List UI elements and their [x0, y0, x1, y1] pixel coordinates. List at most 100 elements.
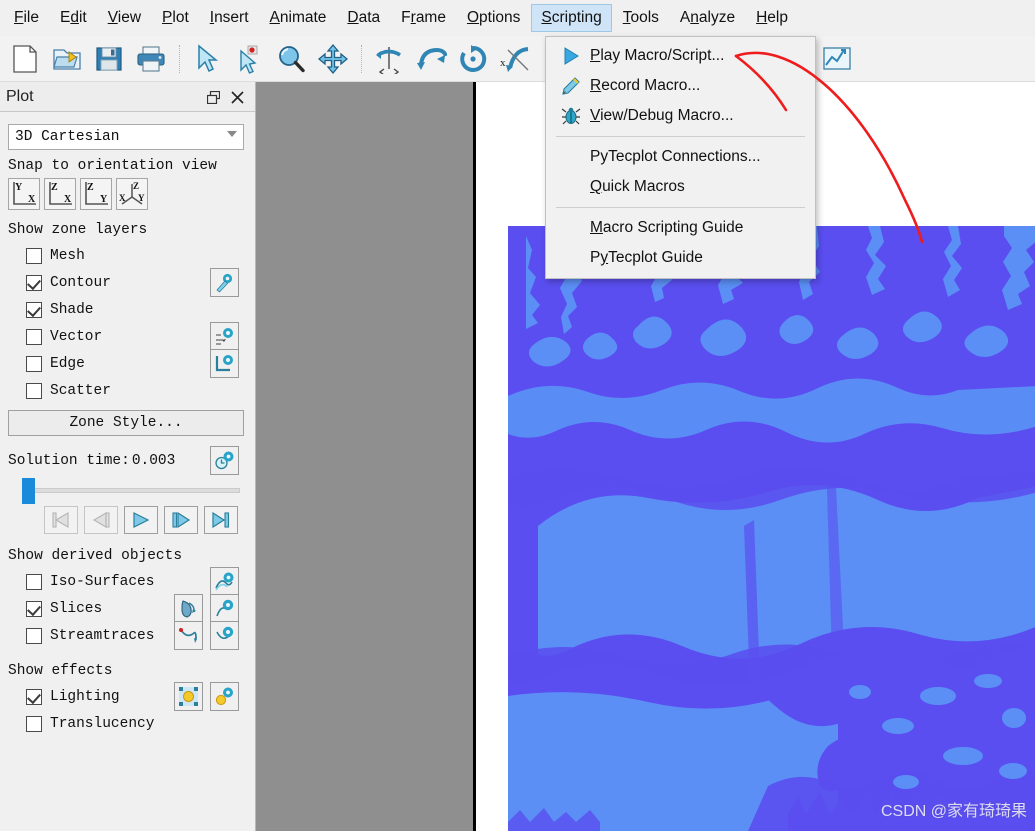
slider-thumb[interactable]: [22, 478, 35, 504]
iso-surfaces-label: Iso-Surfaces: [50, 573, 155, 590]
translucency-checkbox[interactable]: [26, 715, 42, 732]
solution-time-row: Solution time: 0.003: [8, 446, 247, 476]
menu-item-animate[interactable]: Animate: [260, 4, 337, 33]
select-arrow-icon[interactable]: [187, 39, 227, 79]
menu-option-label: Quick Macros: [590, 178, 685, 195]
menu-item-help[interactable]: Help: [746, 4, 798, 33]
checkbox-row-vector[interactable]: Vector: [8, 322, 247, 351]
menu-item-frame[interactable]: Frame: [391, 4, 456, 33]
menu-option-pytecplot-connections[interactable]: PyTecplot Connections...: [546, 142, 815, 172]
step-back-button[interactable]: [84, 506, 118, 534]
rotate-spin-icon[interactable]: [369, 39, 409, 79]
checkbox-row-contour[interactable]: Contour: [8, 268, 247, 297]
menu-item-tools[interactable]: Tools: [613, 4, 669, 33]
menu-option-view-debug-macro[interactable]: View/Debug Macro...: [546, 101, 815, 131]
contour-settings-icon[interactable]: [210, 268, 239, 297]
checkbox-row-isosurfaces[interactable]: Iso-Surfaces: [8, 567, 247, 596]
plot-type-dropdown[interactable]: 3D Cartesian: [8, 124, 244, 150]
streamtraces-checkbox[interactable]: [26, 627, 42, 644]
shade-checkbox[interactable]: [26, 301, 42, 318]
save-file-icon[interactable]: [89, 39, 129, 79]
snap-view-xyz-button[interactable]: ZX Y: [116, 178, 148, 210]
rotate-roll-icon[interactable]: [453, 39, 493, 79]
menu-item-file[interactable]: File: [4, 4, 49, 33]
skip-to-end-button[interactable]: [204, 506, 238, 534]
slider-track[interactable]: [24, 488, 240, 493]
edge-settings-icon[interactable]: [210, 349, 239, 378]
checkbox-row-lighting[interactable]: Lighting: [8, 682, 247, 711]
checkbox-row-slices[interactable]: Slices: [8, 594, 247, 623]
menu-item-scripting[interactable]: Scripting: [531, 3, 612, 33]
menu-option-macro-scripting-guide[interactable]: Macro Scripting Guide: [546, 213, 815, 243]
menu-option-quick-macros[interactable]: Quick Macros: [546, 172, 815, 202]
zone-style-button[interactable]: Zone Style...: [8, 410, 244, 436]
snap-view-zy-button[interactable]: ZY: [80, 178, 112, 210]
checkbox-row-shade[interactable]: Shade: [8, 296, 247, 323]
menu-item-analyze[interactable]: Analyze: [670, 4, 745, 33]
menu-option-label: Play Macro/Script...: [590, 47, 725, 64]
rotate-twist-icon[interactable]: [411, 39, 451, 79]
time-settings-icon[interactable]: [210, 446, 239, 475]
menu-item-insert[interactable]: Insert: [200, 4, 259, 33]
checkbox-row-edge[interactable]: Edge: [8, 349, 247, 378]
scatter-checkbox[interactable]: [26, 382, 42, 399]
menu-item-options[interactable]: Options: [457, 4, 530, 33]
edge-checkbox[interactable]: [26, 355, 42, 372]
menu-separator: [556, 136, 805, 137]
pan-move-icon[interactable]: [313, 39, 353, 79]
solution-time-slider[interactable]: [10, 478, 242, 504]
contour-checkbox[interactable]: [26, 274, 42, 291]
snap-view-yx-button[interactable]: YX: [8, 178, 40, 210]
lighting-checkbox[interactable]: [26, 688, 42, 705]
panel-restore-icon[interactable]: [201, 86, 225, 108]
menu-item-view[interactable]: View: [98, 4, 151, 33]
chart-insert-icon[interactable]: [817, 39, 857, 79]
edge-label: Edge: [50, 355, 85, 372]
menu-item-edit[interactable]: Edit: [50, 4, 97, 33]
mesh-checkbox[interactable]: [26, 247, 42, 264]
rotate-x-axis-icon[interactable]: x: [495, 39, 535, 79]
open-file-icon[interactable]: [47, 39, 87, 79]
play-button[interactable]: [124, 506, 158, 534]
panel-close-icon[interactable]: [225, 86, 249, 108]
menu-option-pytecplot-guide[interactable]: PyTecplot Guide: [546, 243, 815, 273]
orientation-section-label: Snap to orientation view: [8, 158, 217, 174]
step-forward-button[interactable]: [164, 506, 198, 534]
streamtrace-tool-icon[interactable]: [174, 621, 203, 650]
checkbox-row-scatter[interactable]: Scatter: [8, 377, 247, 404]
skip-to-start-button[interactable]: [44, 506, 78, 534]
no-icon: [554, 216, 588, 240]
print-icon[interactable]: [131, 39, 171, 79]
vector-checkbox[interactable]: [26, 328, 42, 345]
svg-text:Y: Y: [100, 194, 108, 205]
shade-label: Shade: [50, 301, 94, 318]
bug-icon: [554, 104, 588, 128]
new-file-icon[interactable]: [5, 39, 45, 79]
checkbox-row-mesh[interactable]: Mesh: [8, 242, 247, 269]
panel-title-label: Plot: [6, 87, 34, 105]
lighting-label: Lighting: [50, 688, 120, 705]
effects-section-label: Show effects: [8, 663, 113, 679]
zoom-magnifier-icon[interactable]: [271, 39, 311, 79]
contour-plot-image[interactable]: [508, 226, 1035, 831]
menu-option-record-macro[interactable]: Record Macro...: [546, 71, 815, 101]
menu-item-data[interactable]: Data: [337, 4, 390, 33]
lighting-settings-icon[interactable]: [210, 682, 239, 711]
toolbar-separator: [179, 44, 181, 73]
menu-option-play-macro-script[interactable]: Play Macro/Script...: [546, 41, 815, 71]
slice-settings-icon[interactable]: [210, 594, 239, 623]
menu-option-label: PyTecplot Connections...: [590, 148, 761, 165]
pick-point-icon[interactable]: [229, 39, 269, 79]
plot-sidebar-panel: Plot 3D Cartesian Snap to orientation vi…: [0, 82, 256, 831]
streamtrace-settings-icon[interactable]: [210, 621, 239, 650]
menu-item-plot[interactable]: Plot: [152, 4, 199, 33]
isosurface-settings-icon[interactable]: [210, 567, 239, 596]
iso-surfaces-checkbox[interactable]: [26, 573, 42, 590]
light-source-icon[interactable]: [174, 682, 203, 711]
snap-view-zx-button[interactable]: ZX: [44, 178, 76, 210]
vector-settings-icon[interactable]: [210, 322, 239, 351]
slices-checkbox[interactable]: [26, 600, 42, 617]
slice-tool-icon[interactable]: [174, 594, 203, 623]
checkbox-row-streamtraces[interactable]: Streamtraces: [8, 621, 247, 650]
checkbox-row-translucency[interactable]: Translucency: [8, 710, 247, 737]
